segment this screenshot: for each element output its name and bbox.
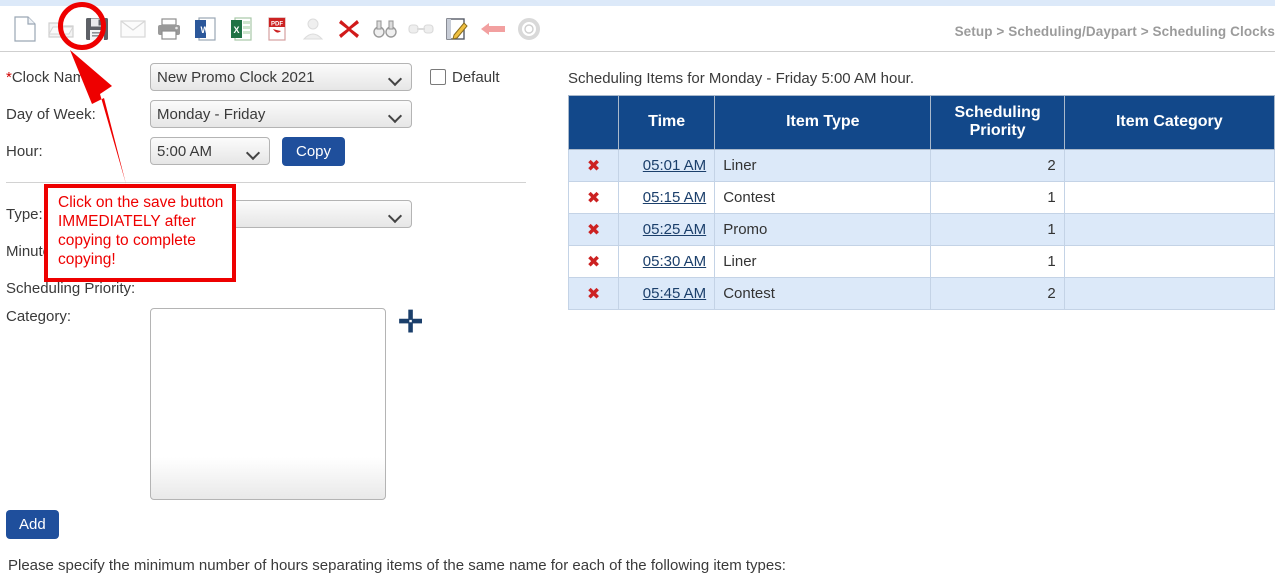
link-icon — [404, 12, 438, 46]
edit-notepad-icon[interactable] — [440, 12, 474, 46]
time-cell[interactable]: 05:01 AM — [618, 148, 716, 182]
item-type-cell: Liner — [714, 244, 932, 278]
footer-note: Please specify the minimum number of hou… — [8, 557, 786, 574]
user-icon — [296, 12, 330, 46]
category-listbox[interactable] — [150, 308, 386, 500]
day-of-week-select-wrap: Monday - Friday — [150, 100, 412, 128]
time-link[interactable]: 05:30 AM — [643, 253, 706, 270]
clock-name-label: *Clock Name: — [6, 68, 98, 86]
export-excel-icon[interactable]: X — [224, 12, 258, 46]
clock-name-select-wrap: New Promo Clock 2021 — [150, 63, 412, 91]
delete-icon[interactable] — [332, 12, 366, 46]
copy-button[interactable]: Copy — [282, 136, 346, 166]
hour-select[interactable]: 5:00 AM — [150, 137, 270, 165]
table-row: ✖ 05:30 AM Liner 1 — [567, 244, 1275, 278]
time-link[interactable]: 05:15 AM — [643, 189, 706, 206]
items-panel-title: Scheduling Items for Monday - Friday 5:0… — [568, 70, 915, 87]
item-category-cell — [1063, 244, 1275, 278]
time-link[interactable]: 05:25 AM — [643, 221, 706, 238]
item-type-cell: Contest — [714, 276, 932, 310]
add-category-plus-icon[interactable]: ✛ — [398, 308, 423, 338]
hour-select-wrap: 5:00 AM — [150, 137, 270, 165]
hour-label: Hour: — [6, 142, 43, 160]
default-checkbox-wrap[interactable]: Default — [430, 69, 500, 86]
time-cell[interactable]: 05:30 AM — [618, 244, 716, 278]
priority-cell: 1 — [930, 212, 1065, 246]
table-row: ✖ 05:25 AM Promo 1 — [567, 212, 1275, 246]
add-button[interactable]: Add — [6, 510, 59, 539]
breadcrumb: Setup > Scheduling/Daypart > Scheduling … — [954, 24, 1275, 39]
time-cell[interactable]: 05:25 AM — [618, 212, 716, 246]
table-row: ✖ 05:01 AM Liner 2 — [567, 148, 1275, 182]
clock-name-select[interactable]: New Promo Clock 2021 — [150, 63, 412, 91]
time-cell[interactable]: 05:45 AM — [618, 276, 716, 310]
item-type-cell: Liner — [714, 148, 932, 182]
day-of-week-select[interactable]: Monday - Friday — [150, 100, 412, 128]
priority-cell: 2 — [930, 148, 1065, 182]
binoculars-icon[interactable] — [368, 12, 402, 46]
delete-row-icon[interactable]: ✖ — [587, 156, 600, 175]
delete-row-icon[interactable]: ✖ — [587, 284, 600, 303]
back-arrow-icon[interactable] — [476, 12, 510, 46]
item-category-cell — [1063, 212, 1275, 246]
main-toolbar: W X PDF Setup > Scheduling/Daypart > Sch… — [0, 6, 1275, 52]
delete-row-cell[interactable]: ✖ — [567, 244, 620, 278]
open-folder-icon — [44, 12, 78, 46]
delete-row-icon[interactable]: ✖ — [587, 252, 600, 271]
priority-cell: 1 — [930, 244, 1065, 278]
new-document-icon[interactable] — [8, 12, 42, 46]
category-row: Category: ✛ — [0, 308, 545, 500]
save-icon[interactable] — [80, 12, 114, 46]
time-cell[interactable]: 05:15 AM — [618, 180, 716, 214]
svg-text:PDF: PDF — [271, 21, 283, 27]
column-header-time: Time — [618, 95, 716, 150]
svg-text:W: W — [201, 25, 210, 35]
annotation-callout: Click on the save button IMMEDIATELY aft… — [44, 184, 236, 282]
export-pdf-icon[interactable]: PDF — [260, 12, 294, 46]
priority-cell: 2 — [930, 276, 1065, 310]
default-checkbox-label: Default — [452, 68, 500, 86]
delete-row-cell[interactable]: ✖ — [567, 212, 620, 246]
day-of-week-label: Day of Week: — [6, 105, 96, 123]
form-divider — [6, 182, 526, 183]
clock-name-row: *Clock Name: New Promo Clock 2021 Defaul… — [0, 60, 545, 94]
column-header-category: Item Category — [1063, 95, 1275, 150]
item-type-cell: Promo — [714, 212, 932, 246]
time-link[interactable]: 05:01 AM — [643, 157, 706, 174]
priority-cell: 1 — [930, 180, 1065, 214]
table-row: ✖ 05:15 AM Contest 1 — [567, 180, 1275, 214]
item-category-cell — [1063, 148, 1275, 182]
default-checkbox[interactable] — [430, 69, 446, 85]
item-category-cell — [1063, 180, 1275, 214]
time-link[interactable]: 05:45 AM — [643, 285, 706, 302]
export-word-icon[interactable]: W — [188, 12, 222, 46]
scheduling-priority-label: Scheduling Priority: — [6, 279, 136, 297]
svg-text:X: X — [234, 25, 240, 35]
table-row: ✖ 05:45 AM Contest 2 — [567, 276, 1275, 310]
delete-row-cell[interactable]: ✖ — [567, 276, 620, 310]
delete-row-icon[interactable]: ✖ — [587, 188, 600, 207]
scheduling-items-table: Time Item Type Scheduling Priority Item … — [567, 95, 1275, 310]
scheduling-items-panel: Scheduling Items for Monday - Friday 5:0… — [567, 70, 1275, 310]
hour-row: Hour: 5:00 AM Copy — [0, 134, 545, 168]
column-header-delete — [567, 95, 620, 150]
delete-row-cell[interactable]: ✖ — [567, 180, 620, 214]
item-category-cell — [1063, 276, 1275, 310]
table-header-row: Time Item Type Scheduling Priority Item … — [567, 95, 1275, 150]
print-icon[interactable] — [152, 12, 186, 46]
column-header-item-type: Item Type — [714, 95, 932, 150]
category-label: Category: — [6, 308, 72, 325]
day-of-week-row: Day of Week: Monday - Friday — [0, 97, 545, 131]
delete-row-icon[interactable]: ✖ — [587, 220, 600, 239]
settings-gear-icon[interactable] — [512, 12, 546, 46]
item-type-cell: Contest — [714, 180, 932, 214]
column-header-priority: Scheduling Priority — [930, 95, 1065, 150]
email-icon — [116, 12, 150, 46]
delete-row-cell[interactable]: ✖ — [567, 148, 620, 182]
